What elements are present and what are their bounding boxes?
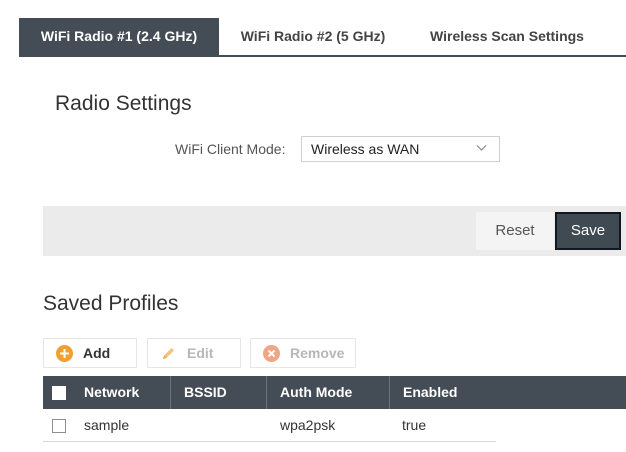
column-header-auth-mode[interactable]: Auth Mode [266,376,389,409]
wifi-client-mode-label: WiFi Client Mode: [175,141,286,157]
remove-profile-button[interactable]: Remove [250,338,356,368]
add-label: Add [83,345,111,361]
column-header-network[interactable]: Network [71,376,169,409]
reset-button[interactable]: Reset [476,212,554,250]
wifi-client-mode-value: Wireless as WAN [311,141,420,157]
tab-wifi-radio-2[interactable]: WiFi Radio #2 (5 GHz) [219,18,407,55]
row-checkbox[interactable] [52,419,66,433]
profiles-table-header: Network BSSID Auth Mode Enabled [43,376,626,409]
edit-label: Edit [187,345,214,361]
chevron-down-icon [476,145,487,151]
radio-settings-title: Radio Settings [55,92,192,115]
edit-profile-button[interactable]: Edit [147,338,241,368]
cell-enabled: true [402,417,427,433]
wifi-client-mode-select[interactable]: Wireless as WAN [301,136,500,162]
table-row[interactable]: sample wpa2psk true [43,409,496,442]
add-profile-button[interactable]: Add [43,338,137,368]
cell-auth-mode: wpa2psk [280,417,336,433]
tab-wifi-radio-1[interactable]: WiFi Radio #1 (2.4 GHz) [19,18,219,55]
cell-network: sample [84,417,130,433]
settings-action-bar: Reset Save [43,206,626,256]
column-header-bssid[interactable]: BSSID [170,376,263,409]
column-header-enabled[interactable]: Enabled [389,376,510,409]
select-all-checkbox[interactable] [52,386,66,400]
plus-circle-icon [56,345,73,362]
remove-circle-icon [263,345,280,362]
tab-bar: WiFi Radio #1 (2.4 GHz) WiFi Radio #2 (5… [19,0,626,57]
remove-label: Remove [290,345,345,361]
saved-profiles-title: Saved Profiles [43,292,179,315]
save-button[interactable]: Save [555,212,621,250]
pencil-icon [162,348,174,360]
tab-wireless-scan-settings[interactable]: Wireless Scan Settings [407,18,607,55]
